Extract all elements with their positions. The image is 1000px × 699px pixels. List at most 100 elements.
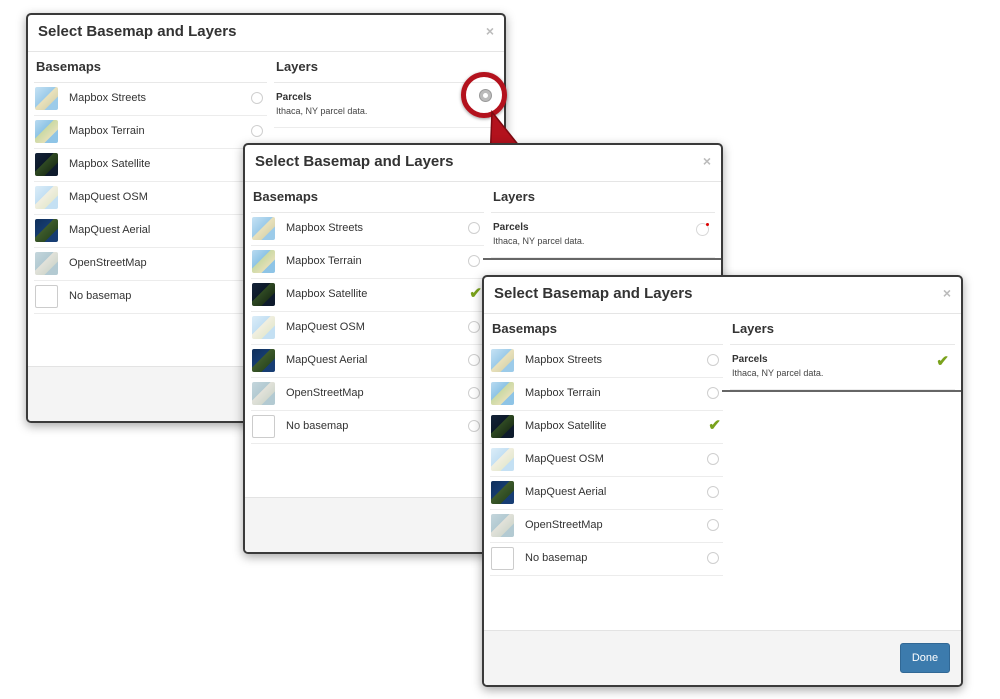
check-icon[interactable]: ✔ bbox=[936, 353, 949, 371]
basemap-row-mapquest-aerial[interactable]: MapQuest Aerial bbox=[34, 215, 267, 248]
close-icon[interactable]: × bbox=[486, 23, 494, 39]
layers-divider bbox=[722, 390, 961, 392]
dialog-footer: Done bbox=[484, 630, 961, 685]
basemap-radio[interactable] bbox=[707, 519, 719, 531]
basemap-label: Mapbox Satellite bbox=[525, 420, 607, 432]
basemap-radio[interactable] bbox=[251, 92, 263, 104]
basemap-row-mapquest-osm[interactable]: MapQuest OSM bbox=[490, 444, 723, 477]
radio-dot bbox=[483, 93, 488, 98]
map-thumbnail bbox=[35, 252, 58, 275]
basemap-label: MapQuest Aerial bbox=[525, 486, 607, 498]
layer-description: Ithaca, NY parcel data. bbox=[493, 236, 585, 246]
map-thumbnail bbox=[252, 382, 275, 405]
basemap-row-no-basemap[interactable]: No basemap bbox=[34, 281, 267, 314]
basemap-radio[interactable] bbox=[468, 387, 480, 399]
basemaps-heading: Basemaps bbox=[490, 314, 723, 345]
basemap-label: Mapbox Streets bbox=[286, 222, 364, 234]
basemap-radio[interactable] bbox=[707, 387, 719, 399]
basemap-row-mapbox-streets[interactable]: Mapbox Streets bbox=[490, 345, 723, 378]
layers-column: Layers Parcels Ithaca, NY parcel data. bbox=[483, 182, 721, 260]
layers-heading: Layers bbox=[491, 182, 715, 213]
dialog-header: Select Basemap and Layers × bbox=[484, 277, 961, 314]
map-thumbnail bbox=[491, 481, 514, 504]
basemaps-column: Basemaps Mapbox Streets Mapbox Terrain M… bbox=[251, 182, 484, 444]
layers-column: Layers Parcels Ithaca, NY parcel data. ✔ bbox=[722, 314, 961, 392]
basemap-row-mapquest-aerial[interactable]: MapQuest Aerial bbox=[490, 477, 723, 510]
basemap-label: OpenStreetMap bbox=[69, 257, 147, 269]
map-thumbnail bbox=[252, 283, 275, 306]
basemap-label: No basemap bbox=[525, 552, 588, 564]
map-thumbnail bbox=[35, 285, 58, 308]
dialog-header: Select Basemap and Layers × bbox=[245, 145, 721, 182]
basemap-radio[interactable] bbox=[707, 354, 719, 366]
basemap-radio[interactable] bbox=[468, 321, 480, 333]
map-thumbnail bbox=[35, 87, 58, 110]
basemap-radio[interactable] bbox=[468, 354, 480, 366]
basemap-label: No basemap bbox=[286, 420, 349, 432]
map-thumbnail bbox=[491, 547, 514, 570]
dialog-title: Select Basemap and Layers bbox=[494, 285, 693, 302]
map-thumbnail bbox=[491, 415, 514, 438]
basemap-radio[interactable] bbox=[707, 552, 719, 564]
basemap-row-mapbox-streets[interactable]: Mapbox Streets bbox=[251, 213, 484, 246]
basemap-label: MapQuest Aerial bbox=[286, 354, 368, 366]
basemap-row-no-basemap[interactable]: No basemap bbox=[490, 543, 723, 576]
basemap-row-mapbox-terrain[interactable]: Mapbox Terrain bbox=[251, 246, 484, 279]
basemap-row-mapbox-streets[interactable]: Mapbox Streets bbox=[34, 83, 267, 116]
layer-row-parcels[interactable]: Parcels Ithaca, NY parcel data. bbox=[491, 213, 715, 258]
basemap-radio[interactable] bbox=[707, 486, 719, 498]
basemap-radio[interactable] bbox=[707, 453, 719, 465]
basemap-label: Mapbox Terrain bbox=[525, 387, 601, 399]
basemap-row-mapbox-satellite[interactable]: Mapbox Satellite ✔ bbox=[34, 149, 267, 182]
check-icon[interactable]: ✔ bbox=[469, 285, 482, 303]
close-icon[interactable]: × bbox=[943, 285, 951, 301]
basemap-row-mapbox-satellite[interactable]: Mapbox Satellite ✔ bbox=[490, 411, 723, 444]
map-thumbnail bbox=[252, 415, 275, 438]
layer-name: Parcels bbox=[732, 354, 768, 365]
dialog-step-3: Select Basemap and Layers × Basemaps Map… bbox=[482, 275, 963, 687]
layer-toggle-radio[interactable] bbox=[479, 89, 492, 102]
map-thumbnail bbox=[252, 217, 275, 240]
map-thumbnail bbox=[252, 250, 275, 273]
map-thumbnail bbox=[491, 382, 514, 405]
layers-heading: Layers bbox=[730, 314, 955, 345]
basemap-row-mapbox-terrain[interactable]: Mapbox Terrain bbox=[490, 378, 723, 411]
done-button[interactable]: Done bbox=[900, 643, 950, 673]
close-icon[interactable]: × bbox=[703, 153, 711, 169]
check-icon[interactable]: ✔ bbox=[708, 417, 721, 435]
basemap-label: Mapbox Satellite bbox=[286, 288, 368, 300]
basemap-label: MapQuest OSM bbox=[286, 321, 365, 333]
basemap-row-mapquest-aerial[interactable]: MapQuest Aerial bbox=[251, 345, 484, 378]
map-thumbnail bbox=[491, 349, 514, 372]
map-thumbnail bbox=[252, 316, 275, 339]
basemap-row-no-basemap[interactable]: No basemap bbox=[251, 411, 484, 444]
layers-heading: Layers bbox=[274, 52, 498, 83]
basemaps-heading: Basemaps bbox=[34, 52, 267, 83]
basemap-radio[interactable] bbox=[468, 222, 480, 234]
basemap-label: MapQuest OSM bbox=[69, 191, 148, 203]
basemap-radio[interactable] bbox=[251, 125, 263, 137]
layer-row-parcels[interactable]: Parcels Ithaca, NY parcel data. ✔ bbox=[730, 345, 955, 390]
basemap-label: Mapbox Streets bbox=[69, 92, 147, 104]
basemap-row-mapquest-osm[interactable]: MapQuest OSM bbox=[251, 312, 484, 345]
basemap-radio[interactable] bbox=[468, 255, 480, 267]
basemap-row-openstreetmap[interactable]: OpenStreetMap bbox=[251, 378, 484, 411]
basemap-row-mapquest-osm[interactable]: MapQuest OSM bbox=[34, 182, 267, 215]
basemap-label: MapQuest Aerial bbox=[69, 224, 151, 236]
dialog-header: Select Basemap and Layers × bbox=[28, 15, 504, 52]
basemap-label: Mapbox Terrain bbox=[69, 125, 145, 137]
basemap-label: Mapbox Streets bbox=[525, 354, 603, 366]
map-thumbnail bbox=[35, 120, 58, 143]
basemap-label: MapQuest OSM bbox=[525, 453, 604, 465]
basemap-row-mapbox-satellite[interactable]: Mapbox Satellite ✔ bbox=[251, 279, 484, 312]
map-thumbnail bbox=[491, 448, 514, 471]
basemap-row-mapbox-terrain[interactable]: Mapbox Terrain bbox=[34, 116, 267, 149]
layer-name: Parcels bbox=[493, 222, 529, 233]
basemap-row-openstreetmap[interactable]: OpenStreetMap bbox=[490, 510, 723, 543]
basemap-label: Mapbox Terrain bbox=[286, 255, 362, 267]
layer-name: Parcels bbox=[276, 92, 312, 103]
basemap-radio[interactable] bbox=[468, 420, 480, 432]
dialog-title: Select Basemap and Layers bbox=[255, 153, 454, 170]
basemaps-column: Basemaps Mapbox Streets Mapbox Terrain M… bbox=[34, 52, 267, 314]
basemap-row-openstreetmap[interactable]: OpenStreetMap bbox=[34, 248, 267, 281]
